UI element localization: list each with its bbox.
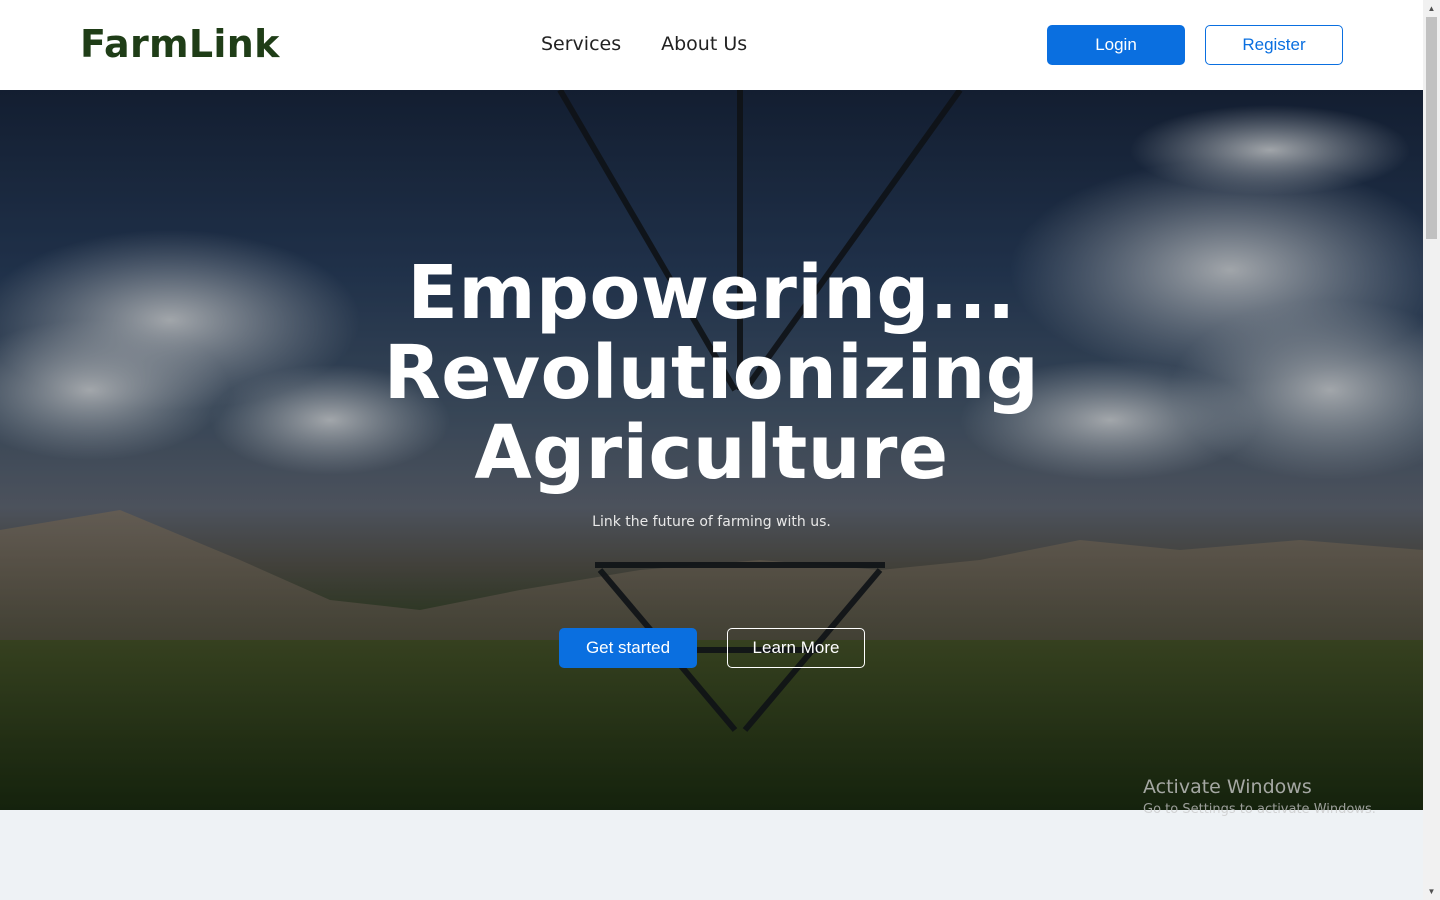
hero-title-line: Revolutionizing	[383, 330, 1040, 416]
scrollbar-thumb[interactable]	[1426, 17, 1437, 239]
learn-more-button[interactable]: Learn More	[727, 628, 865, 668]
register-button[interactable]: Register	[1205, 25, 1343, 65]
windows-activation-title: Activate Windows	[1143, 776, 1312, 798]
nav-links: Services About Us	[541, 33, 747, 55]
hero-section: Empowering... Revolutionizing Agricultur…	[0, 90, 1423, 810]
navbar: FarmLink Services About Us Login Registe…	[0, 0, 1423, 90]
vertical-scrollbar[interactable]: ▲ ▼	[1423, 0, 1440, 900]
logo[interactable]: FarmLink	[80, 22, 280, 66]
nav-services[interactable]: Services	[541, 33, 621, 55]
nav-about-us[interactable]: About Us	[661, 33, 747, 55]
chevron-up-icon[interactable]: ▲	[1423, 0, 1440, 17]
page: FarmLink Services About Us Login Registe…	[0, 0, 1423, 900]
hero-subtitle: Link the future of farming with us.	[592, 514, 831, 530]
login-button[interactable]: Login	[1047, 25, 1185, 65]
get-started-button[interactable]: Get started	[559, 628, 697, 668]
hero-title-line: Empowering...	[407, 250, 1016, 336]
windows-activation-subtitle: Go to Settings to activate Windows.	[1143, 802, 1376, 817]
hero-title-line: Agriculture	[474, 410, 949, 496]
hero-title: Empowering... Revolutionizing Agricultur…	[0, 253, 1423, 493]
chevron-down-icon[interactable]: ▼	[1423, 883, 1440, 900]
